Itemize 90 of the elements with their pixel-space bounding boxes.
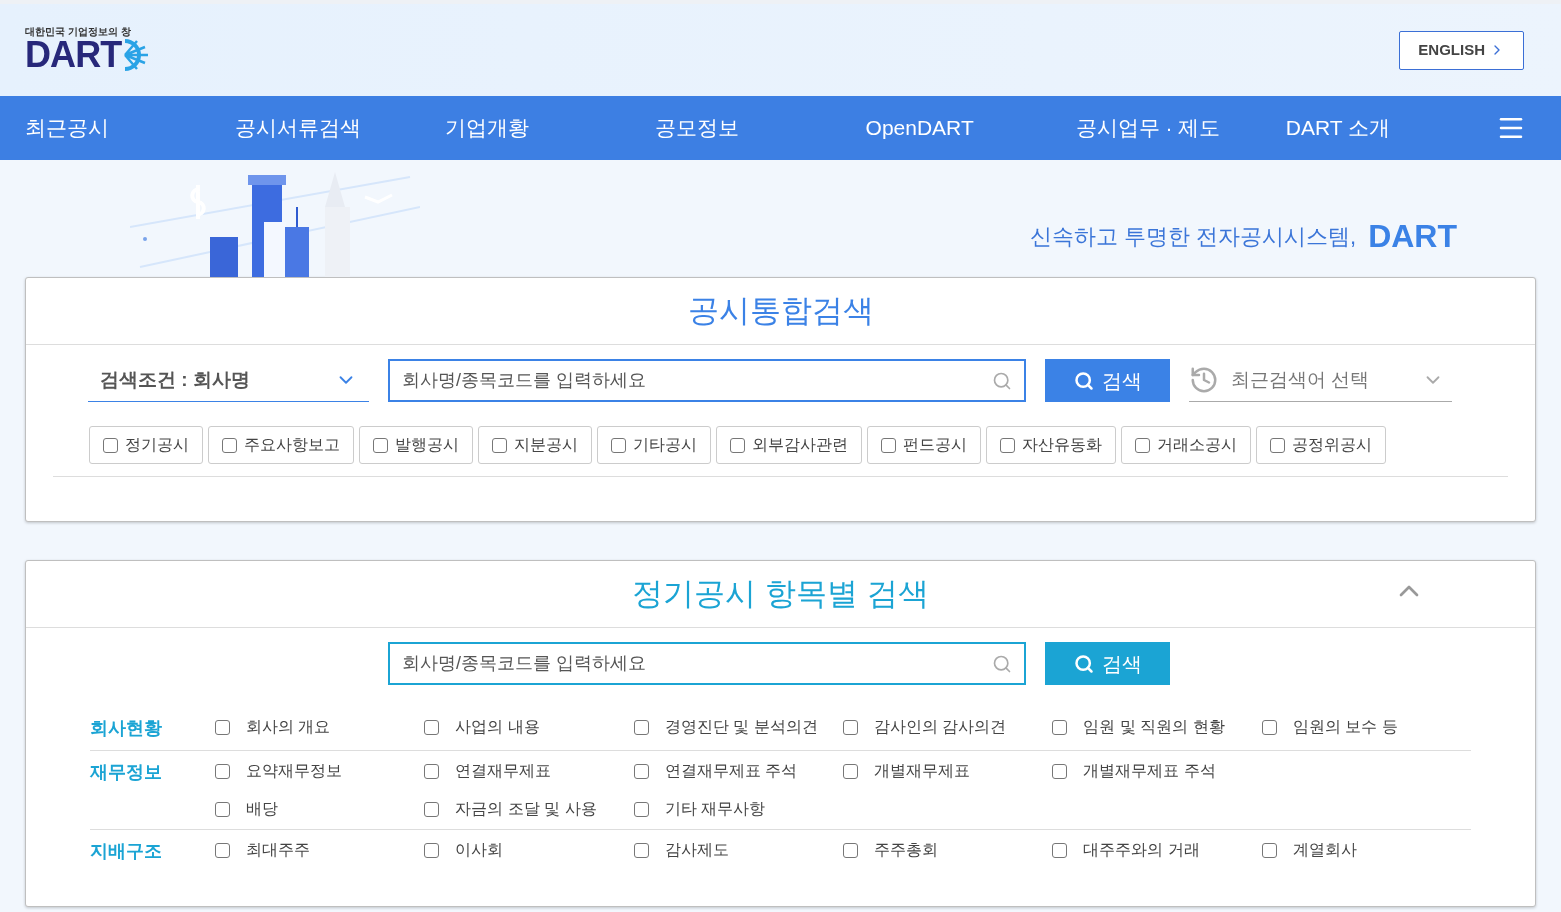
checkbox[interactable] — [611, 437, 626, 453]
search-icon — [1073, 653, 1094, 674]
filter-chip[interactable]: 지분공시 — [478, 426, 592, 464]
item-checkbox-option[interactable]: 최대주주 — [215, 838, 425, 862]
item-checkbox-option[interactable]: 임원 및 직원의 현황 — [1052, 715, 1262, 739]
recent-search-dropdown[interactable]: 최근검색어 선택 — [1189, 359, 1452, 402]
checkbox[interactable] — [633, 842, 649, 858]
checkbox[interactable] — [1135, 437, 1150, 453]
group-label: 재무정보 — [90, 762, 162, 782]
checkbox[interactable] — [1052, 763, 1068, 779]
language-button[interactable]: ENGLISH — [1399, 30, 1524, 70]
item-checkbox-option[interactable]: 회사의 개요 — [215, 715, 425, 739]
item-checkbox-option[interactable]: 연결재무제표 주석 — [633, 759, 843, 783]
item-checkbox-option[interactable]: 감사제도 — [633, 838, 843, 862]
search-icon — [992, 653, 1012, 674]
history-icon — [1189, 365, 1219, 395]
panel-title: 정기공시 항목별 검색 — [632, 574, 929, 613]
panel-title: 공시통합검색 — [687, 291, 874, 330]
filter-chip[interactable]: 외부감사관련 — [716, 426, 862, 464]
checkbox[interactable] — [881, 437, 896, 453]
nav-link[interactable]: 기업개황 — [445, 112, 656, 144]
filter-chip[interactable]: 거래소공시 — [1121, 426, 1251, 464]
filter-chip[interactable]: 기타공시 — [597, 426, 711, 464]
search-input[interactable]: 회사명/종목코드를 입력하세요 — [402, 367, 992, 394]
logo-wordmark: DART — [25, 37, 122, 73]
logo-tagline: 대한민국 기업정보의 창 — [25, 27, 132, 37]
checkbox[interactable] — [1000, 437, 1015, 453]
item-checkbox-option[interactable]: 감사인의 감사의견 — [843, 715, 1053, 739]
checkbox[interactable] — [1261, 842, 1277, 858]
item-checkbox-option[interactable]: 경영진단 및 분석의견 — [633, 715, 843, 739]
search-button[interactable]: 검색 — [1045, 359, 1170, 402]
checkbox[interactable] — [424, 719, 440, 735]
search-icon — [992, 370, 1012, 391]
nav-link[interactable]: 공모정보 — [655, 112, 866, 144]
condition-dropdown[interactable]: 검색조건 : 회사명 — [88, 359, 369, 402]
filter-chip[interactable]: 펀드공시 — [867, 426, 981, 464]
search-icon — [1073, 370, 1094, 391]
group-label: 지배구조 — [90, 841, 162, 861]
checkbox[interactable] — [1052, 719, 1068, 735]
item-checkbox-option[interactable]: 이사회 — [424, 838, 634, 862]
item-checkbox-option[interactable]: 대주주와의 거래 — [1052, 838, 1262, 862]
filter-chip[interactable]: 정기공시 — [89, 426, 203, 464]
item-checkbox-option[interactable]: 사업의 내용 — [424, 715, 634, 739]
nav-link[interactable]: 공시서류검색 — [235, 112, 446, 144]
checkbox[interactable] — [424, 842, 440, 858]
item-checkbox-option[interactable]: 요약재무정보 — [215, 759, 425, 783]
filter-chip[interactable]: 주요사항보고 — [208, 426, 354, 464]
item-checkbox-option[interactable]: 임원의 보수 등 — [1261, 715, 1471, 739]
checkbox[interactable] — [215, 719, 230, 735]
checkbox[interactable] — [215, 801, 230, 817]
nav-link[interactable]: DART 소개 — [1285, 112, 1496, 144]
item-checkbox-option[interactable]: 계열회사 — [1261, 838, 1471, 862]
checkbox[interactable] — [492, 437, 507, 453]
filter-chip[interactable]: 공정위공시 — [1256, 426, 1386, 464]
checkbox[interactable] — [1270, 437, 1285, 453]
nav-link[interactable]: 최근공시 — [25, 112, 236, 144]
checkbox[interactable] — [843, 719, 858, 735]
dart-logo[interactable]: 대한민국 기업정보의 창 DART — [25, 27, 152, 73]
filter-chip[interactable]: 발행공시 — [359, 426, 473, 464]
item-checkbox-option[interactable]: 개별재무제표 주석 — [1052, 759, 1262, 783]
checkbox[interactable] — [215, 842, 230, 858]
checkbox[interactable] — [103, 437, 118, 453]
checkbox[interactable] — [222, 437, 237, 453]
item-checkbox-option[interactable]: 연결재무제표 — [424, 759, 634, 783]
checkbox[interactable] — [215, 763, 230, 779]
checkbox[interactable] — [730, 437, 745, 453]
checkbox[interactable] — [1052, 842, 1068, 858]
search-field[interactable]: 회사명/종목코드를 입력하세요 — [388, 642, 1026, 685]
group-label: 회사현황 — [90, 718, 162, 738]
checkbox[interactable] — [633, 763, 649, 779]
checkbox[interactable] — [843, 842, 858, 858]
item-checkbox-option[interactable]: 개별재무제표 — [843, 759, 1053, 783]
checkbox[interactable] — [424, 763, 440, 779]
item-checkbox-option[interactable]: 자금의 조달 및 사용 — [424, 797, 634, 821]
search-field[interactable]: 회사명/종목코드를 입력하세요 — [388, 359, 1026, 402]
nav-link[interactable]: OpenDART — [865, 112, 1076, 144]
filter-chip[interactable]: 자산유동화 — [986, 426, 1116, 464]
checkbox[interactable] — [373, 437, 388, 453]
checkbox[interactable] — [1261, 719, 1277, 735]
item-checkbox-option[interactable]: 주주총회 — [843, 838, 1053, 862]
checkbox[interactable] — [424, 801, 440, 817]
search-input[interactable]: 회사명/종목코드를 입력하세요 — [402, 650, 992, 677]
item-checkbox-option[interactable]: 기타 재무사항 — [633, 797, 843, 821]
banner-brand: DART — [1368, 217, 1457, 256]
checkbox[interactable] — [843, 763, 858, 779]
nav-link[interactable]: 공시업무 · 제도 — [1075, 112, 1286, 144]
checkbox[interactable] — [633, 719, 649, 735]
item-checkbox-option[interactable]: 배당 — [215, 797, 425, 821]
checkbox[interactable] — [633, 801, 649, 817]
banner-slogan: 신속하고 투명한 전자공시시스템, — [1029, 222, 1357, 251]
